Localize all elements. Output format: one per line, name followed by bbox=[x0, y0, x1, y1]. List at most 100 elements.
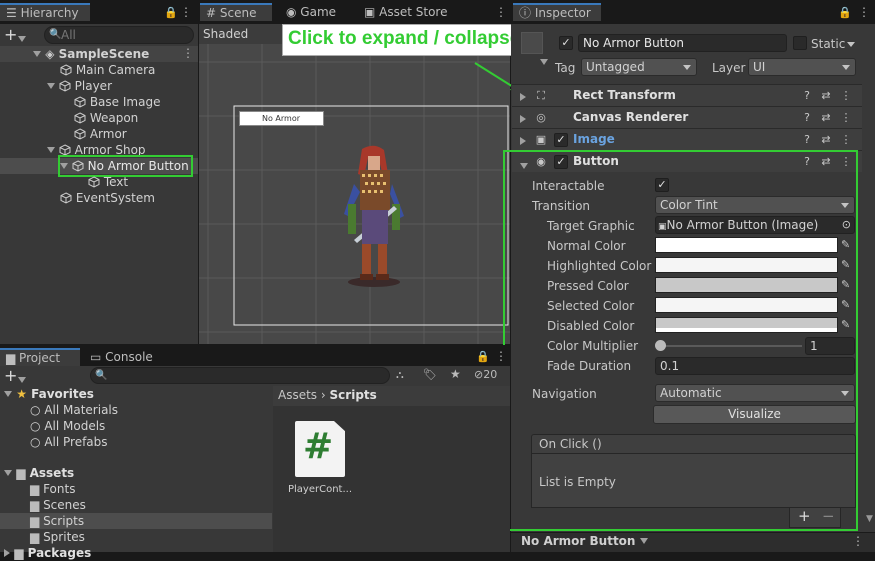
layer-dropdown[interactable]: UI bbox=[748, 58, 856, 76]
hierarchy-item[interactable]: Player bbox=[47, 78, 112, 94]
gameobject-icon bbox=[60, 64, 72, 76]
eye-icon: ◎ bbox=[536, 111, 546, 124]
help-icon[interactable]: ? bbox=[800, 111, 814, 125]
lock-icon[interactable]: 🔒 bbox=[476, 350, 490, 363]
unity-scene-icon: ◈ bbox=[45, 47, 55, 61]
project-search-input[interactable]: 🔍 bbox=[90, 367, 390, 384]
chevron-down-icon[interactable] bbox=[540, 55, 548, 69]
assets-item[interactable]: ▆ Assets bbox=[4, 465, 74, 481]
enabled-checkbox[interactable]: ✓ bbox=[554, 133, 568, 147]
favorite-item[interactable]: ○ All Prefabs bbox=[30, 434, 108, 450]
more-options-icon[interactable]: ⋮ bbox=[182, 46, 194, 60]
csharp-icon: # bbox=[303, 426, 334, 467]
folder-icon: ▆ bbox=[6, 351, 20, 365]
chevron-down-icon[interactable] bbox=[18, 32, 26, 46]
component-image[interactable]: ▣ ✓ Image ? ⇄ ⋮ bbox=[512, 128, 862, 150]
favorite-item[interactable]: ○ All Models bbox=[30, 418, 105, 434]
add-icon[interactable]: + bbox=[4, 25, 17, 44]
hierarchy-item[interactable]: Text bbox=[88, 174, 128, 190]
folder-item[interactable]: ▆ Scenes bbox=[30, 497, 86, 513]
folder-icon: ▆ bbox=[14, 546, 24, 560]
layer-label: Layer bbox=[712, 61, 746, 75]
shading-mode-dropdown[interactable]: Shaded bbox=[203, 27, 248, 41]
footer-object-dropdown[interactable]: No Armor Button bbox=[521, 534, 648, 548]
add-icon[interactable]: + bbox=[4, 366, 17, 385]
filter-type-icon[interactable]: ⛬ bbox=[396, 368, 404, 382]
store-icon: ▣ bbox=[364, 5, 380, 19]
scene-no-armor-button[interactable]: No Armor bbox=[239, 111, 324, 126]
more-options-icon[interactable]: ⋮ bbox=[495, 5, 507, 19]
expand-arrow-icon[interactable] bbox=[520, 90, 526, 104]
more-options-icon[interactable]: ⋮ bbox=[495, 349, 507, 363]
tag-dropdown[interactable]: Untagged bbox=[581, 58, 697, 76]
presets-icon[interactable]: ⇄ bbox=[819, 111, 833, 125]
tab-console[interactable]: ▭ Console bbox=[84, 349, 164, 366]
annotation-text: Click to expand / collapse bbox=[288, 28, 521, 49]
favorite-item[interactable]: ○ All Materials bbox=[30, 402, 118, 418]
hierarchy-item[interactable]: Weapon bbox=[74, 110, 138, 126]
presets-icon[interactable]: ⇄ bbox=[819, 89, 833, 103]
star-icon[interactable]: ★ bbox=[450, 367, 461, 381]
breadcrumb-root[interactable]: Assets bbox=[278, 388, 317, 402]
tab-game[interactable]: ◉ Game bbox=[280, 4, 360, 21]
active-checkbox[interactable]: ✓ bbox=[559, 36, 573, 50]
hierarchy-search-input[interactable]: 🔍 All bbox=[44, 26, 194, 44]
help-icon[interactable]: ? bbox=[800, 89, 814, 103]
tab-project[interactable]: ▆ Project bbox=[0, 348, 80, 366]
chevron-down-icon[interactable] bbox=[847, 42, 855, 47]
tab-asset-store[interactable]: ▣ Asset Store bbox=[358, 4, 468, 21]
search-icon: ○ bbox=[30, 419, 41, 433]
gameobject-icon bbox=[88, 176, 100, 188]
expand-arrow-icon[interactable] bbox=[520, 134, 526, 148]
breadcrumb-path: Assets › Scripts bbox=[278, 388, 377, 402]
image-icon: ▣ bbox=[535, 133, 547, 146]
tab-hierarchy[interactable]: ☰ Hierarchy bbox=[0, 3, 90, 21]
folder-icon: ▆ bbox=[30, 514, 40, 528]
player-sprite bbox=[334, 144, 414, 289]
scene-item[interactable]: ◈ SampleScene bbox=[33, 46, 149, 62]
tag-icon[interactable]: 🏷 bbox=[423, 368, 437, 381]
packages-item[interactable]: ▆ Packages bbox=[4, 545, 91, 561]
hierarchy-item[interactable]: Base Image bbox=[74, 94, 160, 110]
more-options-icon[interactable]: ⋮ bbox=[858, 5, 870, 19]
tag-label: Tag bbox=[555, 61, 576, 75]
gameobject-icon[interactable] bbox=[521, 32, 543, 54]
hierarchy-item[interactable]: Armor bbox=[74, 126, 127, 142]
scroll-down-icon[interactable]: ▼ bbox=[866, 514, 873, 524]
tab-scene[interactable]: # Scene bbox=[200, 3, 272, 21]
gamepad-icon: ◉ bbox=[286, 5, 301, 19]
file-label[interactable]: PlayerCont... bbox=[288, 484, 352, 495]
chevron-down-icon[interactable] bbox=[18, 373, 26, 387]
more-options-icon[interactable]: ⋮ bbox=[839, 133, 853, 147]
object-name-input[interactable]: No Armor Button bbox=[578, 34, 787, 52]
hidden-count[interactable]: ⊘20 bbox=[474, 368, 497, 381]
lock-icon[interactable]: 🔒 bbox=[164, 6, 178, 19]
rect-transform-icon: ⛶ bbox=[537, 89, 545, 102]
hierarchy-item[interactable]: Main Camera bbox=[60, 62, 155, 78]
folder-item[interactable]: ▆ Sprites bbox=[30, 529, 85, 545]
hierarchy-item[interactable]: EventSystem bbox=[60, 190, 155, 206]
more-options-icon[interactable]: ⋮ bbox=[180, 5, 192, 19]
help-icon[interactable]: ? bbox=[800, 133, 814, 147]
more-options-icon[interactable]: ⋮ bbox=[839, 89, 853, 103]
component-canvas-renderer[interactable]: ◎ Canvas Renderer ? ⇄ ⋮ bbox=[512, 106, 862, 128]
folder-item[interactable]: ▆ Fonts bbox=[30, 481, 75, 497]
expand-arrow-icon[interactable] bbox=[520, 112, 526, 126]
more-options-icon[interactable]: ⋮ bbox=[852, 534, 864, 548]
search-icon: ○ bbox=[30, 403, 41, 417]
console-icon: ▭ bbox=[90, 350, 106, 364]
star-icon: ★ bbox=[16, 387, 27, 401]
list-icon: ☰ bbox=[6, 6, 21, 20]
breadcrumb-current[interactable]: Scripts bbox=[330, 388, 377, 402]
favorites-item[interactable]: ★ Favorites bbox=[4, 386, 94, 402]
chevron-down-icon bbox=[842, 65, 850, 70]
more-options-icon[interactable]: ⋮ bbox=[839, 111, 853, 125]
scene-viewport[interactable]: No Armor bbox=[199, 44, 510, 344]
search-icon: 🔍 bbox=[95, 370, 108, 381]
presets-icon[interactable]: ⇄ bbox=[819, 133, 833, 147]
component-rect-transform[interactable]: ⛶ Rect Transform ? ⇄ ⋮ bbox=[512, 84, 862, 106]
lock-icon[interactable]: 🔒 bbox=[838, 6, 852, 19]
folder-item-selected[interactable]: ▆ Scripts bbox=[30, 513, 84, 529]
tab-inspector[interactable]: ⓘ Inspector bbox=[513, 3, 601, 21]
static-checkbox[interactable] bbox=[793, 36, 807, 50]
